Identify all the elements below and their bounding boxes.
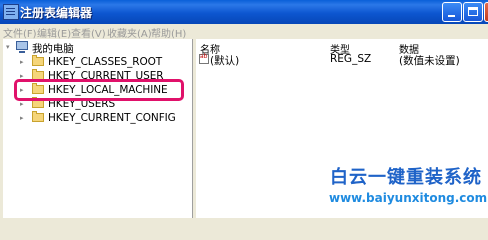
menu-file[interactable]: 文件(F) (3, 25, 37, 40)
watermark-url: www.baiyunxitong.com (329, 191, 488, 205)
maximize-button[interactable] (463, 2, 483, 22)
expand-icon[interactable]: ▸ (20, 115, 24, 122)
menu-view[interactable]: 查看(V) (71, 25, 106, 40)
highlight-box (14, 79, 184, 101)
tree-label-my-computer: 我的电脑 (32, 43, 74, 55)
collapse-icon[interactable]: ▾ (6, 44, 10, 51)
expand-icon[interactable]: ▸ (20, 59, 24, 66)
menu-edit[interactable]: 编辑(E) (37, 25, 71, 40)
minimize-button[interactable] (442, 2, 462, 22)
value-name[interactable]: (默认) (210, 53, 239, 68)
tree-label: HKEY_CURRENT_CONFIG (48, 112, 176, 124)
watermark-title: 白云一键重装系统 (330, 167, 482, 188)
computer-icon (16, 41, 28, 53)
folder-icon (32, 55, 44, 66)
registry-editor-icon (3, 4, 19, 20)
title-bar[interactable]: 注册表编辑器 (0, 0, 488, 24)
close-button[interactable] (484, 2, 488, 22)
value-type: REG_SZ (330, 53, 372, 65)
tree-label: HKEY_CLASSES_ROOT (48, 56, 163, 68)
tree-pane[interactable]: ▾ 我的电脑 ▸ HKEY_CLASSES_ROOT ▸ HKEY_CURREN… (3, 39, 193, 218)
window-title: 注册表编辑器 (20, 6, 93, 20)
menu-favorites[interactable]: 收藏夹(A) (107, 25, 152, 40)
value-data: (数值未设置) (399, 55, 460, 67)
menu-bar: 文件(F) 编辑(E) 查看(V) 收藏夹(A) 帮助(H) (0, 24, 488, 40)
expand-icon[interactable]: ▸ (20, 101, 24, 108)
menu-help[interactable]: 帮助(H) (151, 25, 186, 40)
folder-icon (32, 111, 44, 122)
string-value-icon (199, 53, 209, 64)
